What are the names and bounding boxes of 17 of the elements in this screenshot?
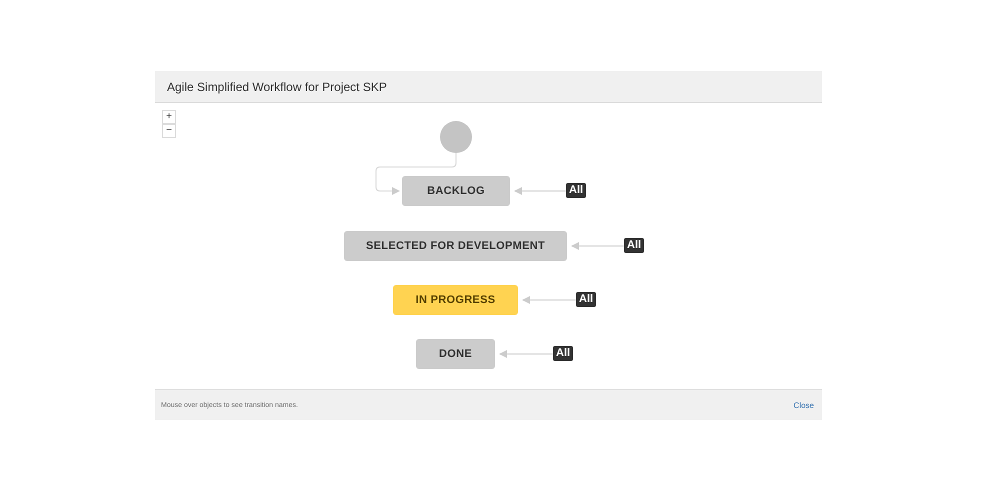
status-node: SELECTED FOR DEVELOPMENT: [344, 231, 567, 261]
status-node: IN PROGRESS: [393, 285, 518, 315]
transition-arrow: [514, 187, 566, 195]
transition-label: All: [566, 183, 586, 198]
transition-label: All: [576, 292, 596, 307]
start-node: [440, 121, 472, 153]
status-node: DONE: [416, 339, 495, 369]
zoom-out-button[interactable]: −: [162, 124, 176, 138]
dialog-title: Agile Simplified Workflow for Project SKP: [167, 80, 387, 94]
close-link[interactable]: Close: [794, 400, 814, 410]
transition-label: All: [553, 346, 574, 361]
status-node: BACKLOG: [402, 176, 510, 206]
transition-arrow: [571, 242, 624, 250]
transition-arrow: [499, 350, 553, 358]
transition-arrow: [522, 296, 576, 304]
transition-label: All: [624, 238, 644, 253]
zoom-in-button[interactable]: +: [162, 110, 176, 124]
